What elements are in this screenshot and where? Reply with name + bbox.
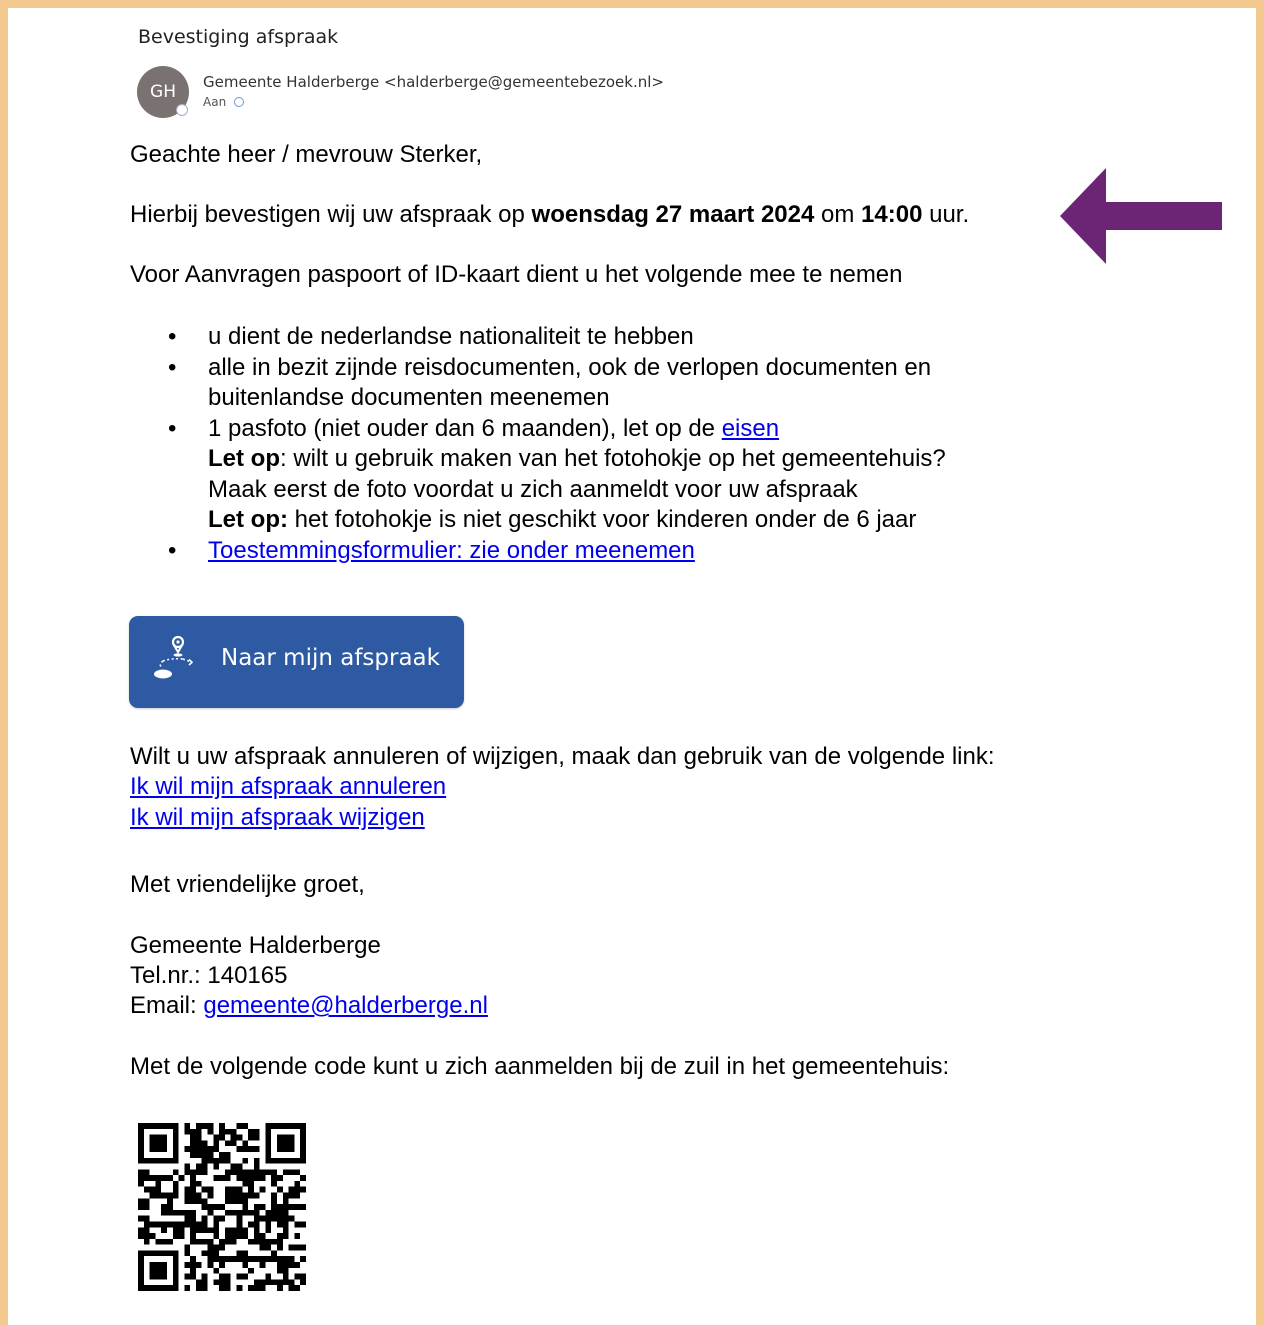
confirmation-suffix: uur. <box>922 201 970 228</box>
my-appointment-button[interactable]: Naar mijn afspraak <box>129 616 464 708</box>
signature-phone: Tel.nr.: 140165 <box>130 962 288 989</box>
checkin-instructions: Met de volgende code kunt u zich aanmeld… <box>130 1053 950 1080</box>
qr-finder-pattern <box>138 1250 179 1291</box>
contact-email-link[interactable]: gemeente@halderberge.nl <box>203 992 488 1019</box>
list-item: alle in bezit zijnde reisdocumenten, ook… <box>130 353 946 414</box>
location-route-icon <box>154 635 194 679</box>
requirements-intro: Voor Aanvragen paspoort of ID-kaart dien… <box>130 261 903 288</box>
requirements-list: u dient de nederlandse nationaliteit te … <box>130 322 946 566</box>
signature-name: Gemeente Halderberge <box>130 932 381 959</box>
list-item: Toestemmingsformulier: zie onder meeneme… <box>130 536 946 567</box>
cancel-line: Ik wil mijn afspraak annuleren <box>130 772 446 802</box>
recipient-line: Aan <box>203 95 245 109</box>
confirmation-mid: om <box>814 201 862 228</box>
list-item: 1 pasfoto (niet ouder dan 6 maanden), le… <box>130 414 946 536</box>
note-text: Maak eerst de foto voordat u zich aanmel… <box>208 475 858 503</box>
qr-code <box>138 1123 306 1291</box>
qr-finder-pattern <box>265 1123 306 1164</box>
bullet-text: u dient de nederlandse nationaliteit te … <box>208 323 694 350</box>
consent-form-link[interactable]: Toestemmingsformulier: zie onder meeneme… <box>208 537 695 564</box>
email-label: Email: <box>130 992 204 1019</box>
modify-line: Ik wil mijn afspraak wijzigen <box>130 803 425 833</box>
list-item: u dient de nederlandse nationaliteit te … <box>130 322 946 353</box>
modify-appointment-link[interactable]: Ik wil mijn afspraak wijzigen <box>130 804 425 831</box>
presence-status-icon <box>176 104 188 116</box>
confirmation-prefix: Hierbij bevestigen wij uw afspraak op <box>130 201 532 228</box>
recipient-status-icon <box>234 97 245 107</box>
bullet-text: alle in bezit zijnde reisdocumenten, ook… <box>208 353 932 381</box>
confirmation-line: Hierbij bevestigen wij uw afspraak op wo… <box>130 200 969 230</box>
email-subject: Bevestiging afspraak <box>138 26 339 48</box>
bullet-text: buitenlandse documenten meenemen <box>208 384 610 411</box>
signature-email: Email: gemeente@halderberge.nl <box>130 991 488 1021</box>
cancel-appointment-link[interactable]: Ik wil mijn afspraak annuleren <box>130 773 446 800</box>
closing: Met vriendelijke groet, <box>130 871 365 898</box>
to-label: Aan <box>203 95 227 109</box>
qr-finder-pattern <box>138 1123 179 1164</box>
arrow-left-icon <box>1060 168 1222 264</box>
greeting: Geachte heer / mevrouw Sterker, <box>130 141 483 168</box>
sender-address[interactable]: Gemeente Halderberge <halderberge@gemeen… <box>203 73 664 91</box>
bullet-text: 1 pasfoto (niet ouder dan 6 maanden), le… <box>208 414 722 442</box>
my-appointment-label: Naar mijn afspraak <box>221 645 440 671</box>
note-text: het fotohokje is niet geschikt voor kind… <box>287 506 917 533</box>
note-label: Let op <box>208 445 280 472</box>
requirements-link[interactable]: eisen <box>722 415 779 442</box>
appointment-time: 14:00 <box>861 201 923 228</box>
change-instructions: Wilt u uw afspraak annuleren of wijzigen… <box>130 743 995 770</box>
note-label: Let op: <box>208 506 288 533</box>
note-text: : wilt u gebruik maken van het fotohokje… <box>280 445 946 472</box>
appointment-date: woensdag 27 maart 2024 <box>531 201 815 228</box>
